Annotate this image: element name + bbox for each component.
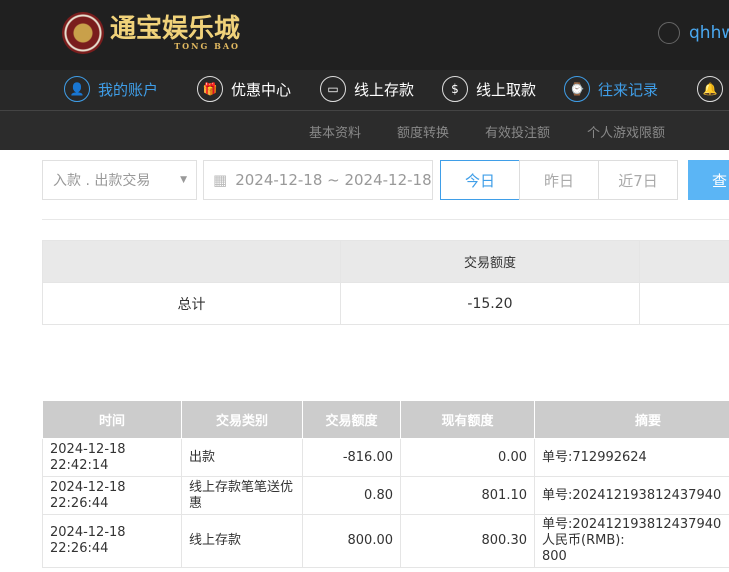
logo-text: 通宝娱乐城 bbox=[110, 13, 241, 44]
sub-nav: 基本资料 额度转换 有效投注额 个人游戏限额 bbox=[0, 111, 729, 150]
nav-my-account[interactable]: 👤 我的账户 bbox=[64, 76, 158, 102]
cell-type: 线上存款笔笔送优惠 bbox=[181, 476, 303, 515]
summary-empty bbox=[639, 282, 729, 325]
date-range-value: 2024-12-18 ~ 2024-12-18 bbox=[235, 171, 432, 189]
cell-note: 单号:202412193812437940 bbox=[534, 476, 729, 515]
withdraw-icon: $ bbox=[442, 76, 468, 102]
col-note: 摘要 bbox=[534, 400, 729, 439]
cell-time: 2024-12-18 22:42:14 bbox=[42, 438, 182, 477]
cell-balance: 800.30 bbox=[400, 514, 535, 568]
summary-amount: -15.20 bbox=[340, 282, 640, 325]
note-line: 单号:202412193812437940 bbox=[542, 487, 722, 503]
subnav-valid-bets[interactable]: 有效投注额 bbox=[485, 122, 550, 141]
transactions-table: 时间 交易类别 交易额度 现有额度 摘要 2024-12-18 22:42:14… bbox=[42, 400, 729, 568]
table-row: 2024-12-18 22:26:44 线上存款 800.00 800.30 单… bbox=[42, 514, 729, 568]
user-icon: 👤 bbox=[64, 76, 90, 102]
cell-amount: -816.00 bbox=[302, 438, 401, 477]
logo[interactable]: 通宝娱乐城 TONG BAO bbox=[62, 12, 240, 54]
cell-amount: 0.80 bbox=[302, 476, 401, 515]
col-balance: 现有额度 bbox=[400, 400, 535, 439]
note-line: 单号:712992624 bbox=[542, 449, 647, 465]
cell-balance: 0.00 bbox=[400, 438, 535, 477]
col-time: 时间 bbox=[42, 400, 182, 439]
user-icon bbox=[658, 22, 680, 44]
today-button[interactable]: 今日 bbox=[440, 160, 520, 200]
calendar-icon: ▦ bbox=[213, 171, 228, 189]
divider bbox=[42, 219, 729, 220]
nav-label: 线上存款 bbox=[354, 80, 415, 99]
yesterday-button[interactable]: 昨日 bbox=[519, 160, 599, 200]
cell-balance: 801.10 bbox=[400, 476, 535, 515]
summary-table: 交易额度 总计 -15.20 bbox=[42, 240, 729, 325]
nav-withdraw[interactable]: $ 线上取款 bbox=[442, 76, 536, 102]
search-button[interactable]: 查 bbox=[688, 160, 729, 200]
note-line: 单号:202412193812437940 bbox=[542, 517, 722, 532]
gift-icon: 🎁 bbox=[197, 76, 223, 102]
nav-label: 我的账户 bbox=[98, 80, 159, 99]
summary-label: 总计 bbox=[42, 282, 341, 325]
cell-type: 线上存款 bbox=[181, 514, 303, 568]
cell-note: 单号:712992624 bbox=[534, 438, 729, 477]
nav-records[interactable]: ⌚ 往来记录 bbox=[564, 76, 658, 102]
cell-time: 2024-12-18 22:26:44 bbox=[42, 514, 182, 568]
select-value: 入款 . 出款交易 bbox=[53, 173, 151, 189]
table-row: 2024-12-18 22:26:44 线上存款笔笔送优惠 0.80 801.1… bbox=[42, 476, 729, 515]
last-7-days-button[interactable]: 近7日 bbox=[598, 160, 678, 200]
table-row: 2024-12-18 22:42:14 出款 -816.00 0.00 单号:7… bbox=[42, 438, 729, 477]
deposit-icon: ▭ bbox=[320, 76, 346, 102]
username: qhhw bbox=[689, 23, 729, 43]
col-amount: 交易额度 bbox=[302, 400, 401, 439]
cell-note: 单号:202412193812437940 人民币(RMB): 800 bbox=[534, 514, 729, 568]
nav-label: 线上取款 bbox=[476, 80, 537, 99]
note-line: 人民币(RMB): bbox=[542, 533, 625, 548]
summary-blank bbox=[639, 240, 729, 283]
nav-promotions[interactable]: 🎁 优惠中心 bbox=[197, 76, 291, 102]
cell-amount: 800.00 bbox=[302, 514, 401, 568]
caret-down-icon: ▼ bbox=[180, 175, 187, 185]
logo-chip-icon bbox=[62, 12, 104, 54]
note-line: 800 bbox=[542, 549, 567, 564]
summary-blank bbox=[42, 240, 341, 283]
records-icon: ⌚ bbox=[564, 76, 590, 102]
nav-label: 优惠中心 bbox=[231, 80, 292, 99]
nav-label: 往来记录 bbox=[598, 80, 659, 99]
cell-time: 2024-12-18 22:26:44 bbox=[42, 476, 182, 515]
date-range-input[interactable]: ▦ 2024-12-18 ~ 2024-12-18 bbox=[203, 160, 433, 200]
transaction-type-select[interactable]: 入款 . 出款交易 ▼ bbox=[42, 160, 197, 200]
subnav-basic-info[interactable]: 基本资料 bbox=[309, 122, 361, 141]
user-menu[interactable]: qhhw bbox=[658, 22, 729, 44]
main-nav: 👤 我的账户 🎁 优惠中心 ▭ 线上存款 $ 线上取款 ⌚ 往来记录 🔔 bbox=[0, 70, 729, 111]
nav-notifications[interactable]: 🔔 bbox=[697, 76, 729, 102]
col-type: 交易类别 bbox=[181, 400, 303, 439]
bell-icon: 🔔 bbox=[697, 76, 723, 102]
summary-header: 交易额度 bbox=[340, 240, 640, 283]
cell-type: 出款 bbox=[181, 438, 303, 477]
subnav-game-limits[interactable]: 个人游戏限额 bbox=[587, 122, 665, 141]
nav-deposit[interactable]: ▭ 线上存款 bbox=[320, 76, 414, 102]
subnav-transfer[interactable]: 额度转换 bbox=[397, 122, 449, 141]
header: 通宝娱乐城 TONG BAO qhhw bbox=[0, 0, 729, 70]
